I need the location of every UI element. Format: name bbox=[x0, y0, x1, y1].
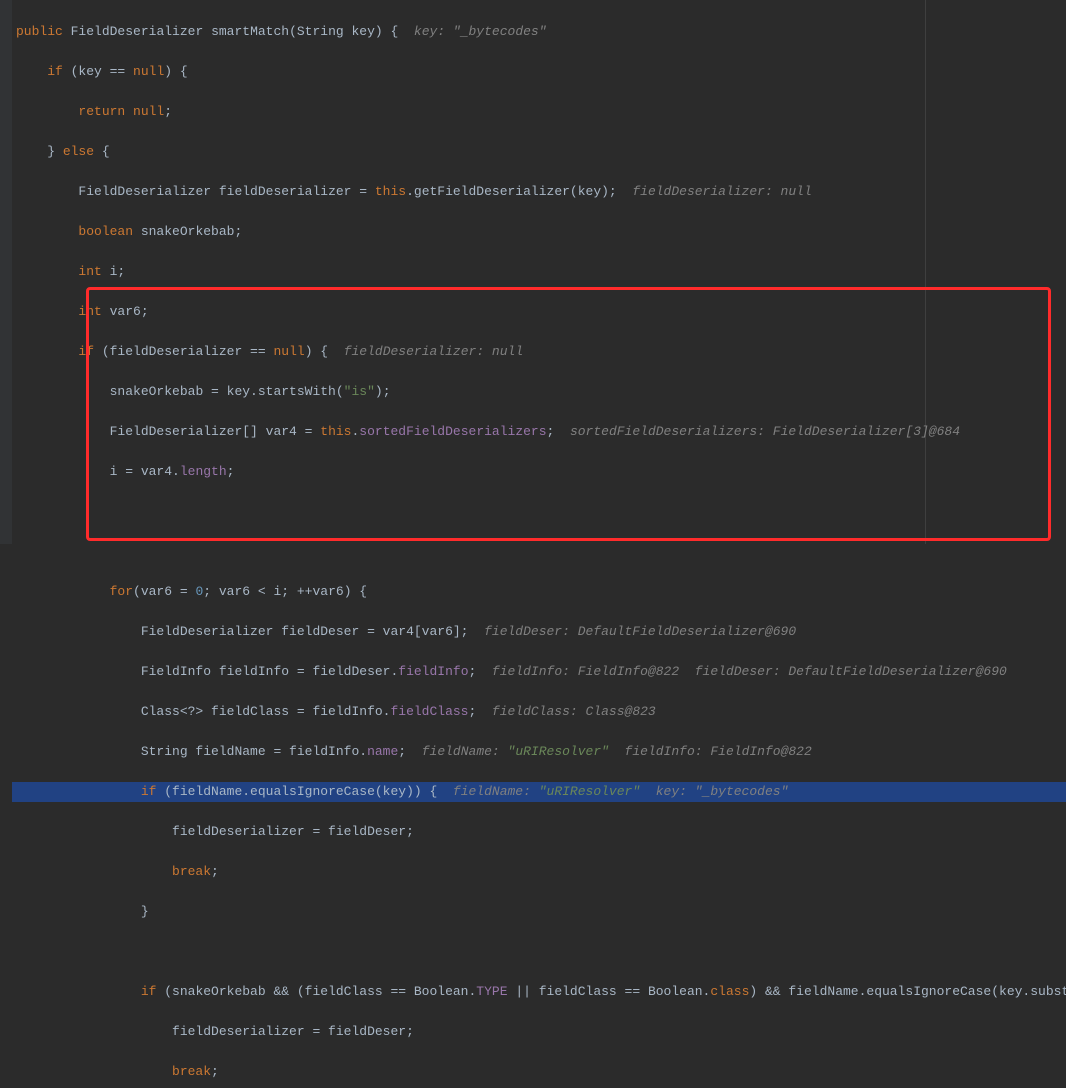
code-line[interactable]: FieldDeserializer fieldDeser = var4[var6… bbox=[12, 622, 1066, 642]
code-line[interactable] bbox=[12, 502, 1066, 522]
code-line[interactable]: for(var6 = 0; var6 < i; ++var6) { bbox=[12, 582, 1066, 602]
code-line[interactable]: FieldDeserializer fieldDeserializer = th… bbox=[12, 182, 1066, 202]
inline-hint: fieldInfo: FieldInfo@822 bbox=[609, 744, 812, 759]
inline-hint: fieldClass: Class@823 bbox=[476, 704, 655, 719]
inline-hint: sortedFieldDeserializers: FieldDeseriali… bbox=[554, 424, 960, 439]
code-line[interactable]: if (fieldDeserializer == null) { fieldDe… bbox=[12, 342, 1066, 362]
inline-hint: "uRIResolver" bbox=[508, 744, 609, 759]
code-line[interactable]: FieldDeserializer[] var4 = this.sortedFi… bbox=[12, 422, 1066, 442]
code-line[interactable]: return null; bbox=[12, 102, 1066, 122]
code-line[interactable]: Class<?> fieldClass = fieldInfo.fieldCla… bbox=[12, 702, 1066, 722]
code-line[interactable]: } bbox=[12, 902, 1066, 922]
inline-hint: key: "_bytecodes" bbox=[640, 784, 788, 799]
code-line[interactable]: int i; bbox=[12, 262, 1066, 282]
inline-hint: fieldInfo: FieldInfo@822 fieldDeser: Def… bbox=[476, 664, 1007, 679]
code-line[interactable]: boolean snakeOrkebab; bbox=[12, 222, 1066, 242]
code-line[interactable]: public FieldDeserializer smartMatch(Stri… bbox=[12, 22, 1066, 42]
inline-hint: fieldDeserializer: null bbox=[328, 344, 523, 359]
code-line[interactable]: String fieldName = fieldInfo.name; field… bbox=[12, 742, 1066, 762]
inline-hint: key: "_bytecodes" bbox=[398, 24, 546, 39]
inline-hint: fieldDeser: DefaultFieldDeserializer@690 bbox=[468, 624, 796, 639]
code-line[interactable]: int var6; bbox=[12, 302, 1066, 322]
code-line[interactable]: break; bbox=[12, 1062, 1066, 1082]
code-editor[interactable]: public FieldDeserializer smartMatch(Stri… bbox=[12, 0, 1066, 1088]
code-line[interactable]: if (key == null) { bbox=[12, 62, 1066, 82]
code-line[interactable]: break; bbox=[12, 862, 1066, 882]
inline-hint: fieldName: bbox=[437, 784, 538, 799]
code-line[interactable]: if (snakeOrkebab && (fieldClass == Boole… bbox=[12, 982, 1066, 1002]
code-line[interactable]: i = var4.length; bbox=[12, 462, 1066, 482]
inline-hint: "uRIResolver" bbox=[539, 784, 640, 799]
code-line[interactable]: fieldDeserializer = fieldDeser; bbox=[12, 1022, 1066, 1042]
execution-point-line[interactable]: if (fieldName.equalsIgnoreCase(key)) { f… bbox=[12, 782, 1066, 802]
code-line[interactable] bbox=[12, 942, 1066, 962]
inline-hint: fieldName: bbox=[406, 744, 507, 759]
gutter bbox=[0, 0, 12, 544]
code-line[interactable]: } else { bbox=[12, 142, 1066, 162]
code-line[interactable]: fieldDeserializer = fieldDeser; bbox=[12, 822, 1066, 842]
inline-hint: fieldDeserializer: null bbox=[617, 184, 812, 199]
code-line[interactable]: snakeOrkebab = key.startsWith("is"); bbox=[12, 382, 1066, 402]
code-line[interactable]: FieldInfo fieldInfo = fieldDeser.fieldIn… bbox=[12, 662, 1066, 682]
